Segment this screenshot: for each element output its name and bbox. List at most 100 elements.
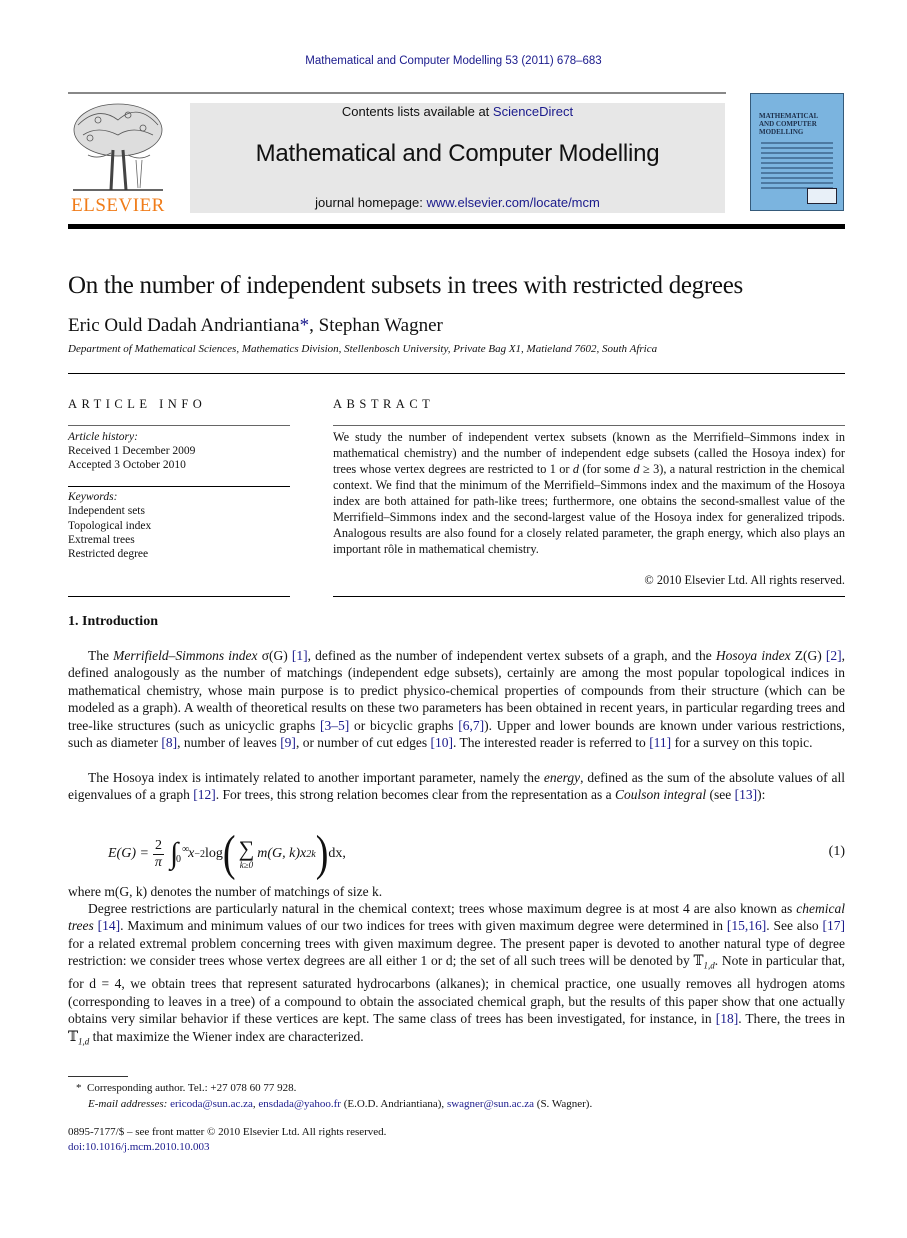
summation: ∑ k≥0 — [238, 836, 255, 871]
paragraph: The Hosoya index is intimately related t… — [68, 769, 845, 804]
email-link[interactable]: swagner@sun.ac.za — [447, 1098, 534, 1110]
abstract-heading: ABSTRACT — [333, 397, 435, 411]
text: . Maximum and minimum values of our two … — [120, 918, 727, 934]
citation-link[interactable]: [17] — [823, 918, 846, 933]
subscript: 1,d — [703, 960, 715, 971]
cover-title-line: MODELLING — [759, 128, 804, 136]
affiliation: Department of Mathematical Sciences, Mat… — [68, 343, 658, 355]
keywords-label: Keywords: — [68, 491, 118, 503]
article-info-heading: ARTICLE INFO — [68, 397, 207, 411]
summand: m(G, k)x — [257, 846, 307, 861]
text: The Hosoya index is intimately related t… — [88, 770, 544, 785]
citation-link[interactable]: [9] — [280, 735, 296, 750]
homepage-prefix: journal homepage: — [315, 195, 427, 210]
text: The — [88, 648, 114, 663]
denominator: π — [154, 854, 162, 870]
sum-limit: k≥0 — [239, 860, 254, 870]
text: that maximize the Wiener index are chara… — [89, 1028, 364, 1044]
numerator: 2 — [152, 837, 164, 855]
title-rule — [68, 373, 845, 374]
citation-link[interactable]: [10] — [431, 735, 454, 750]
citation-link[interactable]: [12] — [193, 787, 216, 802]
log: log — [205, 846, 223, 861]
integral-sign: ∫ ∞ 0 — [170, 839, 189, 869]
homepage-line: journal homepage: www.elsevier.com/locat… — [190, 195, 725, 210]
corresponding-author-mark[interactable]: * — [300, 315, 310, 336]
citation-link[interactable]: [14] — [98, 918, 121, 933]
paragraph: where m(G, k) denotes the number of matc… — [68, 884, 383, 899]
keyword: Independent sets — [68, 505, 145, 518]
text: , defined as the number of independent v… — [307, 648, 716, 663]
article-history: Article history: Received 1 December 200… — [68, 430, 195, 472]
header-thick-rule — [68, 224, 845, 229]
contents-prefix: Contents lists available at — [341, 104, 493, 119]
citation-link[interactable]: [15,16] — [727, 918, 766, 933]
text: for a survey on this topic. — [671, 735, 813, 751]
email-link[interactable]: ensdada@yahoo.fr — [258, 1098, 341, 1110]
term: Hosoya index — [715, 648, 791, 663]
text: (E.O.D. Andriantiana), — [340, 1098, 447, 1110]
history-label: Article history: — [68, 431, 138, 443]
citation-link[interactable]: [2] — [826, 648, 842, 663]
divider — [68, 486, 290, 487]
cover-text-lines — [761, 142, 833, 192]
left-paren: ( — [222, 826, 236, 882]
paragraph: The Merrifield–Simmons index σ(G) [1], d… — [68, 647, 845, 751]
sciencedirect-link[interactable]: ScienceDirect — [493, 104, 573, 119]
divider — [68, 596, 290, 597]
citation-link[interactable]: [18] — [716, 1011, 739, 1026]
abstract-segment: ≥ 3), a natural restriction in the chemi… — [333, 462, 845, 556]
equation-body: E(G) = 2π ∫ ∞ 0 x −2 log ( ∑ k≥0 m(G, k)x 2k … — [108, 826, 346, 882]
journal-homepage-link[interactable]: www.elsevier.com/locate/mcm — [426, 195, 599, 210]
email-note: E-mail addresses: ericoda@sun.ac.za, ens… — [88, 1098, 592, 1110]
citation-link[interactable]: [11] — [649, 735, 671, 750]
lower-limit: 0 — [175, 854, 181, 865]
text: (see — [706, 787, 735, 803]
journal-title: Mathematical and Computer Modelling — [255, 140, 660, 167]
text: Degree restrictions are particularly nat… — [88, 901, 797, 916]
footnote-text: Corresponding author. Tel.: +27 078 60 7… — [87, 1082, 297, 1094]
email-link[interactable]: ericoda@sun.ac.za — [170, 1098, 253, 1110]
equation-1: E(G) = 2π ∫ ∞ 0 x −2 log ( ∑ k≥0 m(G, k)x 2k … — [68, 826, 845, 882]
text: . For trees, this strong relation become… — [215, 787, 615, 803]
footnote-mark: * — [76, 1082, 82, 1094]
journal-citation[interactable]: Mathematical and Computer Modelling 53 (… — [0, 55, 907, 67]
keyword: Restricted degree — [68, 548, 149, 561]
differential: dx, — [328, 846, 346, 861]
divider — [68, 425, 290, 426]
text: Z(G) — [790, 648, 826, 663]
abstract-copyright: © 2010 Elsevier Ltd. All rights reserved… — [644, 573, 845, 587]
author-separator: , — [309, 315, 319, 336]
term: Coulson integral — [614, 787, 707, 803]
subscript: 1,d — [78, 1036, 90, 1047]
citation-link[interactable]: [8] — [161, 735, 177, 750]
accepted-date: Accepted 3 October 2010 — [68, 459, 186, 471]
corresponding-author-note: * Corresponding author. Tel.: +27 078 60… — [76, 1082, 296, 1094]
journal-cover-thumbnail[interactable]: MATHEMATICAL AND COMPUTER MODELLING — [750, 93, 844, 211]
text: σ(G) — [257, 648, 292, 663]
citation-link[interactable]: [6,7] — [458, 718, 484, 733]
abstract-segment: (for some — [579, 462, 634, 476]
text: , number of leaves — [177, 735, 281, 751]
cover-badge — [807, 188, 837, 204]
citation-link[interactable]: [3–5] — [320, 718, 349, 733]
contents-line: Contents lists available at ScienceDirec… — [190, 104, 725, 119]
exponent: −2 — [194, 848, 206, 860]
keywords: Keywords: Independent sets Topological i… — [68, 490, 151, 561]
divider — [333, 596, 845, 597]
citation-link[interactable]: [13] — [735, 787, 758, 802]
section-heading: 1. Introduction — [68, 614, 158, 629]
doi-link[interactable]: doi:10.1016/j.mcm.2010.10.003 — [68, 1141, 209, 1153]
citation-link[interactable]: [1] — [292, 648, 308, 663]
text: (S. Wagner). — [534, 1098, 593, 1110]
footnote-rule — [68, 1076, 128, 1077]
keyword: Topological index — [68, 519, 152, 532]
keyword: Extremal trees — [68, 533, 135, 546]
paragraph: Degree restrictions are particularly nat… — [68, 900, 845, 1051]
cover-title-line: MATHEMATICAL — [759, 112, 819, 120]
abstract-text: We study the number of independent verte… — [333, 429, 845, 557]
elsevier-wordmark: ELSEVIER — [71, 195, 165, 216]
article-title: On the number of independent subsets in … — [68, 272, 743, 299]
cover-title-line: AND COMPUTER — [759, 120, 817, 128]
divider — [333, 425, 845, 426]
